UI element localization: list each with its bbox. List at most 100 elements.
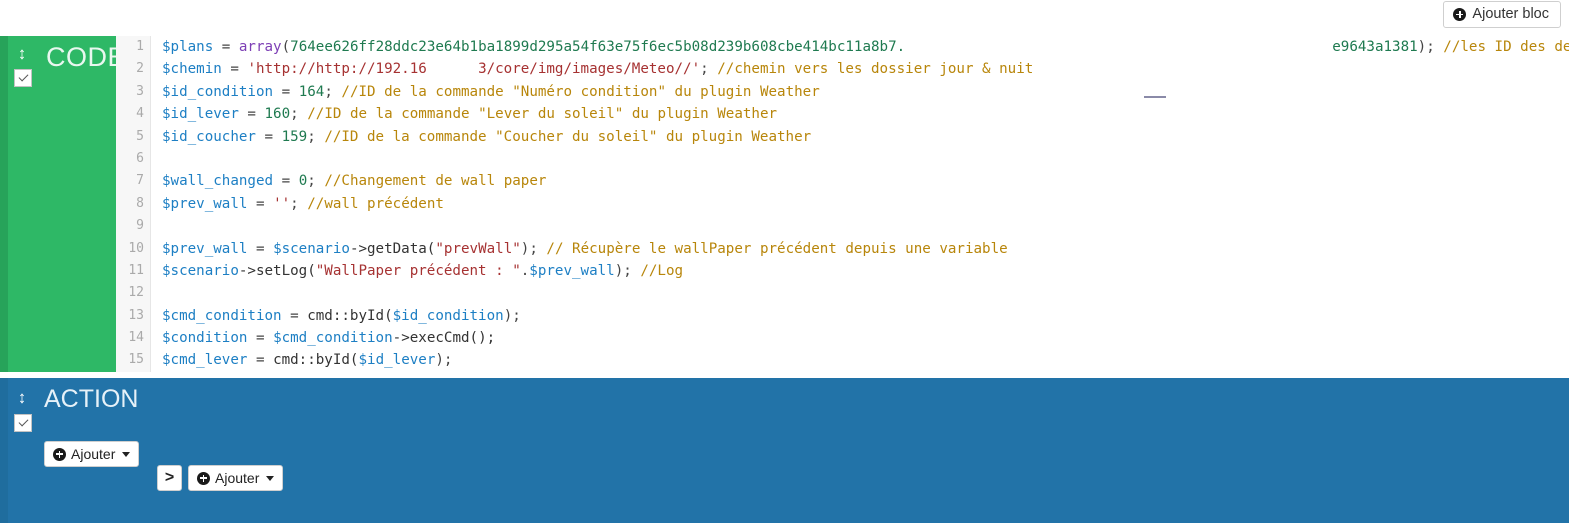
add-block-label: Ajouter bloc: [1472, 6, 1549, 22]
code-token: $prev_wall: [529, 262, 615, 279]
code-token: ->setLog(: [238, 262, 316, 279]
code-token: =: [255, 195, 274, 212]
code-line[interactable]: $prev_wall = $scenario->getData("prevWal…: [162, 238, 1569, 260]
code-token: ->execCmd();: [392, 330, 496, 347]
code-token: '': [273, 195, 291, 212]
arrows-vertical-icon[interactable]: [16, 388, 28, 408]
code-token: =: [290, 307, 308, 324]
code-token: //Changement de wall paper: [324, 173, 547, 190]
code-token: =: [281, 173, 299, 190]
code-token: //ID de la commande "Coucher du soleil" …: [324, 128, 812, 145]
line-number: 10: [128, 240, 144, 256]
code-token: ->getData(: [349, 240, 436, 257]
code-token: =: [255, 240, 274, 257]
arrows-vertical-icon[interactable]: [16, 44, 28, 64]
action-block-title: ACTION: [44, 385, 139, 413]
line-number: 1: [136, 39, 144, 54]
code-token: cmd::byId(: [273, 352, 359, 369]
code-line[interactable]: $cmd_condition = cmd::byId($id_condition…: [162, 305, 1569, 327]
alors-add-label: Ajouter: [215, 470, 260, 486]
code-token: );: [614, 262, 641, 279]
code-token: ;: [700, 61, 718, 78]
code-token: //chemin vers les dossier jour & nuit: [717, 61, 1034, 78]
code-token: (: [281, 39, 291, 55]
action-add-label: Ajouter: [71, 446, 116, 462]
chevron-down-icon: [266, 475, 275, 481]
alors-controls: > Ajouter: [157, 465, 284, 491]
line-number: 9: [136, 218, 144, 234]
code-token: //ID de la commande "Lever du soleil" du…: [307, 106, 778, 123]
add-block-button[interactable]: Ajouter bloc: [1443, 1, 1561, 28]
code-token: //les ID des desig: [1443, 39, 1569, 55]
line-number-gutter: 1 2 3 4 5 6 7 8 9 10 11 12 13 14 15: [116, 36, 151, 372]
code-block-title: CODE: [46, 42, 127, 72]
collapsed-region-marker: [1144, 96, 1166, 98]
code-line[interactable]: [162, 148, 1569, 170]
code-token: .: [520, 262, 530, 279]
code-token: $plans: [162, 39, 222, 55]
code-line[interactable]: $condition = $cmd_condition->execCmd();: [162, 327, 1569, 349]
code-token: );: [435, 352, 453, 369]
code-line[interactable]: $wall_changed = 0; //Changement de wall …: [162, 170, 1569, 192]
line-number: 13: [128, 307, 144, 323]
code-token: $id_condition: [392, 307, 504, 324]
code-token: $condition: [162, 330, 256, 347]
line-number: 12: [128, 285, 144, 301]
line-number: 14: [128, 330, 144, 346]
line-number: 4: [136, 106, 144, 122]
code-token: //ID de la commande "Numéro condition" d…: [341, 83, 820, 100]
code-token: 'http://http://192.16: [247, 61, 427, 78]
alors-add-button[interactable]: Ajouter: [188, 465, 284, 491]
plus-circle-icon: [1453, 7, 1467, 21]
code-token: $prev_wall: [162, 195, 256, 212]
code-token: //Log: [640, 262, 684, 279]
code-line[interactable]: $id_lever = 160; //ID de la commande "Le…: [162, 103, 1569, 125]
code-line[interactable]: $scenario->setLog("WallPaper précédent :…: [162, 260, 1569, 282]
line-number: 6: [136, 150, 144, 166]
code-token: $scenario: [162, 262, 239, 279]
code-token: cmd::byId(: [307, 307, 393, 324]
code-token: =: [264, 128, 282, 145]
code-token: );: [520, 240, 547, 257]
code-token: =: [255, 330, 274, 347]
code-token: 3/core/img/images/Meteo//': [478, 61, 701, 78]
code-line[interactable]: $plans = array(764ee626ff28ddc23e64b1ba1…: [162, 36, 1569, 58]
action-add-button[interactable]: Ajouter: [44, 441, 140, 467]
line-number: 8: [136, 195, 144, 211]
line-number: 3: [136, 83, 144, 99]
code-token: =: [221, 39, 239, 55]
plus-circle-icon: [53, 447, 66, 461]
code-token: =: [230, 61, 248, 78]
code-token: $prev_wall: [162, 240, 256, 257]
code-token: ;: [307, 128, 325, 145]
code-token: $cmd_lever: [162, 352, 256, 369]
chevron-down-icon: [122, 451, 131, 457]
code-line[interactable]: $cmd_lever = cmd::byId($id_lever);: [162, 349, 1569, 371]
code-line[interactable]: $id_coucher = 159; //ID de la commande "…: [162, 126, 1569, 148]
code-line[interactable]: [162, 282, 1569, 304]
plus-circle-icon: [197, 471, 210, 485]
code-token: e9643a1381: [1332, 39, 1418, 55]
alors-expand-button[interactable]: >: [157, 465, 182, 491]
code-token: ;: [324, 83, 342, 100]
code-line[interactable]: $chemin = 'http://http://192.16 3/core/i…: [162, 58, 1569, 80]
code-token: =: [281, 83, 299, 100]
code-text[interactable]: $plans = array(764ee626ff28ddc23e64b1ba1…: [151, 36, 1569, 372]
code-line[interactable]: $prev_wall = ''; //wall précédent: [162, 193, 1569, 215]
code-token: $id_lever: [162, 106, 248, 123]
action-block-enable-checkbox[interactable]: [14, 414, 32, 432]
code-block-edge: [0, 36, 8, 372]
code-line[interactable]: $id_condition = 164; //ID de la commande…: [162, 81, 1569, 103]
action-block-header: ACTION Ajouter: [8, 378, 140, 523]
code-line[interactable]: [162, 215, 1569, 237]
code-editor[interactable]: 1 2 3 4 5 6 7 8 9 10 11 12 13 14 15 $plans = array(764…: [116, 36, 1569, 372]
code-token: $scenario: [273, 240, 350, 257]
code-block-enable-checkbox[interactable]: [14, 69, 32, 87]
code-token: 164: [298, 83, 325, 100]
code-token: $id_coucher: [162, 128, 265, 145]
alors-expand-label: >: [164, 469, 175, 486]
top-toolbar: Ajouter bloc: [0, 0, 1569, 34]
code-token: 0: [298, 173, 308, 190]
action-block: ACTION Ajouter SI ALORS: [0, 378, 1569, 523]
